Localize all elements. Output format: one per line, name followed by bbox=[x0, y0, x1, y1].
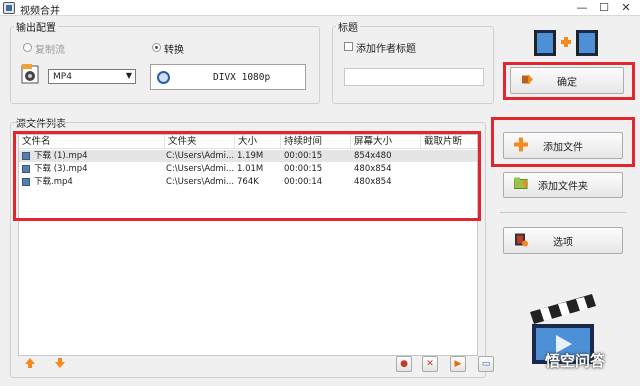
separator bbox=[500, 212, 626, 213]
add-folder-button[interactable]: 添加文件夹 bbox=[503, 172, 623, 198]
codec-icon bbox=[157, 71, 170, 84]
video-format-icon bbox=[21, 63, 41, 85]
properties-icon[interactable]: ▭ bbox=[478, 356, 494, 372]
app-icon bbox=[3, 2, 15, 14]
convert-label: 转换 bbox=[164, 45, 184, 56]
output-config-title: 输出配置 bbox=[14, 19, 58, 34]
codec-settings-box[interactable]: DIVX 1080p bbox=[150, 64, 306, 90]
confirm-label: 确定 bbox=[557, 77, 577, 88]
film-merge-logo bbox=[533, 28, 599, 60]
window-title: 视频合并 bbox=[20, 6, 60, 17]
minimize-button[interactable]: — bbox=[572, 0, 592, 16]
format-select-value: MP4 bbox=[53, 72, 72, 82]
move-down-icon[interactable] bbox=[54, 357, 66, 372]
options-label: 选项 bbox=[553, 237, 573, 248]
add-file-button[interactable]: 添加文件 bbox=[503, 132, 623, 159]
add-author-title-label: 添加作者标题 bbox=[356, 44, 416, 55]
format-select[interactable]: MP4 ▼ bbox=[48, 69, 136, 84]
add-author-title-checkbox[interactable] bbox=[344, 42, 353, 51]
add-file-label: 添加文件 bbox=[543, 142, 583, 153]
copy-stream-label: 复制流 bbox=[35, 45, 65, 56]
convert-radio[interactable] bbox=[152, 43, 161, 52]
codec-text: DIVX 1080p bbox=[213, 72, 271, 83]
title-group bbox=[332, 26, 494, 104]
remove-file-icon[interactable]: ● bbox=[396, 356, 412, 372]
title-group-title: 标题 bbox=[336, 19, 360, 34]
watermark-text: 悟空问答 bbox=[545, 352, 606, 370]
file-list-highlight bbox=[13, 131, 481, 221]
options-button[interactable]: 选项 bbox=[503, 227, 623, 254]
copy-stream-radio[interactable] bbox=[23, 43, 32, 52]
confirm-button[interactable]: 确定 bbox=[510, 67, 624, 94]
chevron-down-icon: ▼ bbox=[125, 71, 132, 80]
play-icon[interactable]: ▶ bbox=[450, 356, 466, 372]
maximize-button[interactable]: ☐ bbox=[594, 0, 614, 16]
close-button[interactable]: ✕ bbox=[616, 0, 636, 16]
title-input[interactable] bbox=[344, 68, 484, 86]
add-folder-label: 添加文件夹 bbox=[538, 181, 588, 193]
clear-list-icon[interactable]: ✕ bbox=[422, 356, 438, 372]
title-bar: 视频合并 — ☐ ✕ bbox=[0, 0, 640, 17]
move-up-icon[interactable] bbox=[24, 357, 36, 372]
